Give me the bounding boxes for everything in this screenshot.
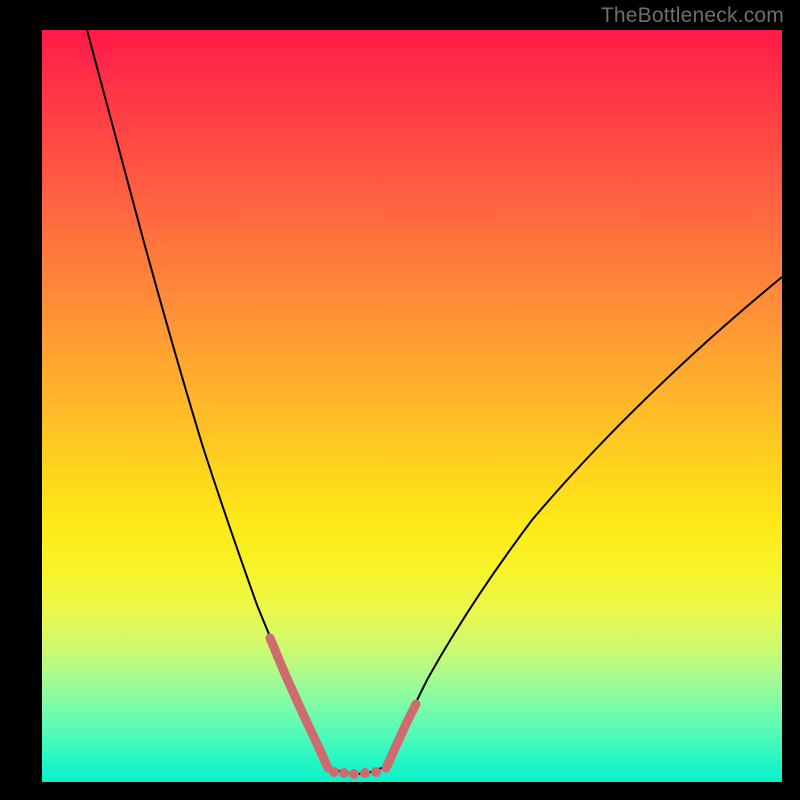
chart-frame: TheBottleneck.com bbox=[0, 0, 800, 800]
right-curve bbox=[387, 277, 782, 765]
watermark-text: TheBottleneck.com bbox=[601, 4, 784, 28]
bottom-marker bbox=[360, 768, 370, 778]
right-marker-segment bbox=[386, 704, 416, 768]
left-curve bbox=[87, 30, 325, 765]
bottom-marker bbox=[349, 769, 359, 779]
chart-svg bbox=[42, 30, 782, 782]
bottom-marker bbox=[339, 768, 349, 778]
left-marker-segment bbox=[270, 638, 328, 768]
plot-area bbox=[42, 30, 782, 782]
bottom-markers-group bbox=[329, 767, 381, 779]
bottom-marker bbox=[371, 767, 381, 777]
bottom-marker bbox=[329, 767, 339, 777]
